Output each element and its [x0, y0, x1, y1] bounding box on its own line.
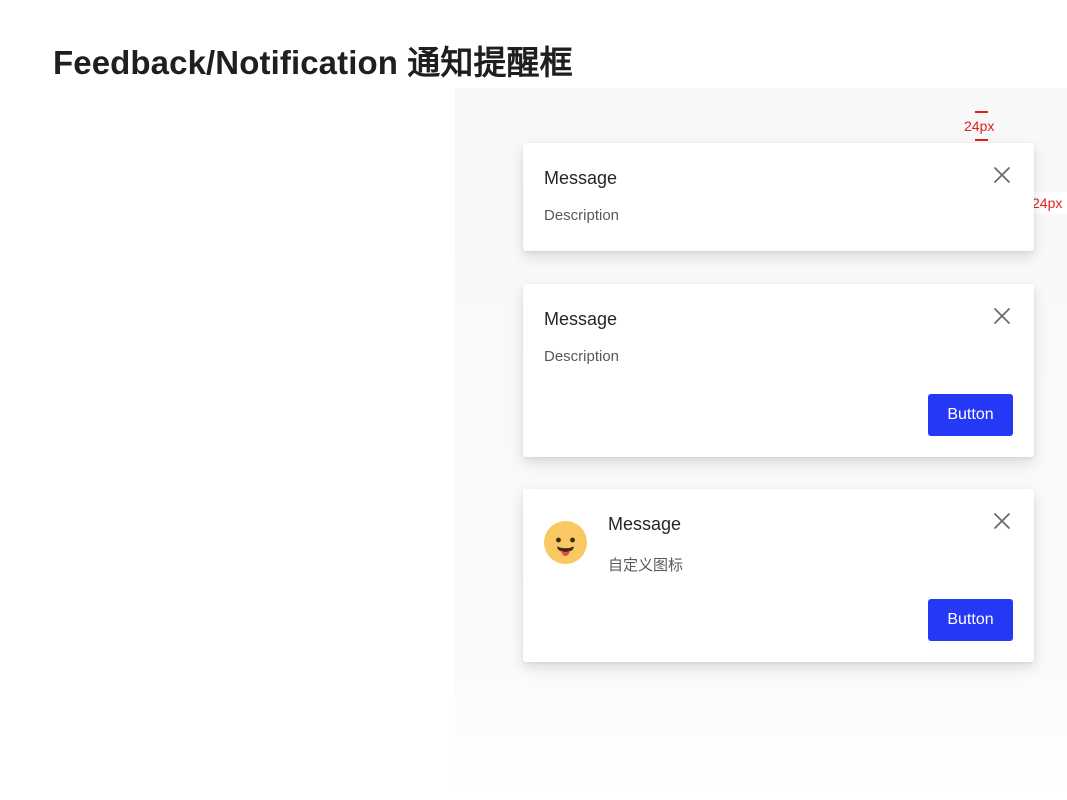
notification-title: Message — [544, 168, 618, 188]
spacing-label-top: 24px — [964, 118, 995, 134]
spacing-marker-top-end — [975, 139, 988, 141]
spacing-marker-top-start — [975, 111, 988, 113]
notification-description: 自定义图标 — [608, 557, 684, 574]
notification-title: Message — [544, 309, 618, 329]
notification-action-button[interactable]: Button — [928, 394, 1013, 436]
notification-with-button: Message Description Button — [523, 284, 1034, 457]
notification-description: Description — [544, 348, 620, 365]
close-icon[interactable] — [992, 165, 1012, 185]
notification-title: Message — [608, 514, 682, 534]
close-icon[interactable] — [992, 511, 1012, 531]
notification-basic: Message Description — [523, 143, 1034, 251]
notification-description: Description — [544, 207, 620, 224]
spacing-label-right: 24px — [1030, 192, 1067, 214]
notification-action-button[interactable]: Button — [928, 599, 1013, 641]
smiley-face-icon — [544, 521, 587, 564]
page-title: Feedback/Notification 通知提醒框 — [53, 44, 573, 81]
notification-custom-icon: Message 自定义图标 Button — [523, 489, 1034, 662]
close-icon[interactable] — [992, 306, 1012, 326]
